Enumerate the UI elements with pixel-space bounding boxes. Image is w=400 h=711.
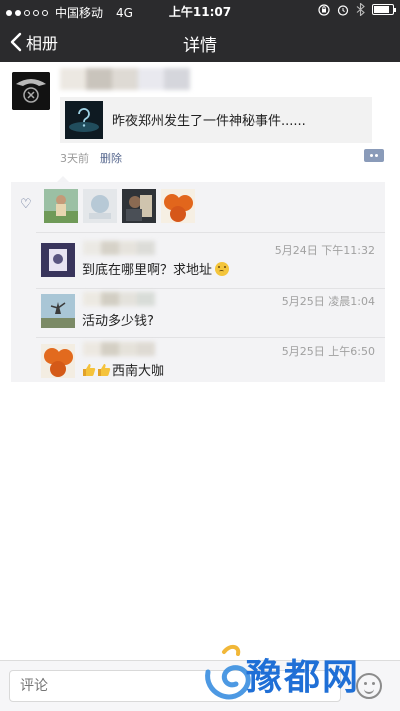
comment-timestamp: 5月25日 凌晨1:04 <box>281 295 375 308</box>
eagle-emblem-icon <box>12 72 50 110</box>
like-avatar[interactable] <box>44 189 78 223</box>
interaction-panel: ♡ 5月24日 下午11:32 到底在哪里啊？求地址 5月25日 凌晨1:04 … <box>11 176 385 382</box>
commenter-avatar[interactable] <box>41 294 75 328</box>
status-icons <box>318 3 396 16</box>
link-thumbnail <box>65 101 103 139</box>
rotation-lock-icon <box>318 3 330 16</box>
comment-timestamp: 5月25日 上午6:50 <box>281 345 375 358</box>
thumbs-up-emoji-icon <box>98 364 111 376</box>
avatar-image <box>41 243 75 277</box>
link-title: 昨夜郑州发生了一件神秘事件...... <box>112 114 306 129</box>
status-bar: 中国移动 4G 上午11:07 <box>0 0 400 22</box>
page-title: 详情 <box>183 36 217 56</box>
thumbs-up-emoji-icon <box>83 364 96 376</box>
watermark-text: 豫都网 <box>246 656 361 698</box>
heart-icon: ♡ <box>20 197 32 212</box>
like-avatar[interactable] <box>83 189 117 223</box>
comment-timestamp: 5月24日 下午11:32 <box>274 244 375 257</box>
alarm-clock-icon <box>337 4 349 16</box>
avatar-image <box>122 189 156 223</box>
like-avatar[interactable] <box>122 189 156 223</box>
divider <box>36 232 385 233</box>
comment-item: 5月25日 上午6:50 西南大咖 <box>11 338 385 388</box>
battery-icon <box>372 4 396 15</box>
comment-item: 5月25日 凌晨1:04 活动多少钱? <box>11 288 385 338</box>
comment-menu-button[interactable] <box>364 149 384 162</box>
delete-link[interactable]: 删除 <box>100 150 122 166</box>
avatar-image <box>41 294 75 328</box>
avatar-image <box>161 189 195 223</box>
comment-text: 西南大咖 <box>112 364 165 379</box>
bluetooth-icon <box>356 3 365 16</box>
comment-item: 5月24日 下午11:32 到底在哪里啊？求地址 <box>11 237 385 287</box>
commenter-avatar[interactable] <box>41 243 75 277</box>
battery-fill <box>374 6 390 13</box>
nav-bar: 相册 详情 <box>0 22 400 62</box>
avatar-image <box>41 344 75 378</box>
comment-text-row: 到底在哪里啊？求地址 <box>82 259 230 278</box>
post-timestamp: 3天前 <box>60 152 89 165</box>
comment-text: 到底在哪里啊？求地址 <box>82 263 213 278</box>
author-name-blurred[interactable] <box>60 68 190 90</box>
avatar[interactable] <box>12 72 50 110</box>
commenter-name-blurred[interactable] <box>83 342 155 356</box>
commenter-name-blurred[interactable] <box>83 292 155 306</box>
question-mark-icon <box>65 101 103 139</box>
like-avatar[interactable] <box>161 189 195 223</box>
avatar-image <box>83 189 117 223</box>
commenter-name-blurred[interactable] <box>83 241 155 255</box>
avatar-image <box>44 189 78 223</box>
comment-text: 活动多少钱? <box>82 314 154 329</box>
commenter-avatar[interactable] <box>41 344 75 378</box>
worried-face-emoji-icon <box>215 262 230 276</box>
shared-link-card[interactable]: 昨夜郑州发生了一件神秘事件...... <box>60 97 372 143</box>
comment-text-row: 西南大咖 <box>82 360 164 379</box>
